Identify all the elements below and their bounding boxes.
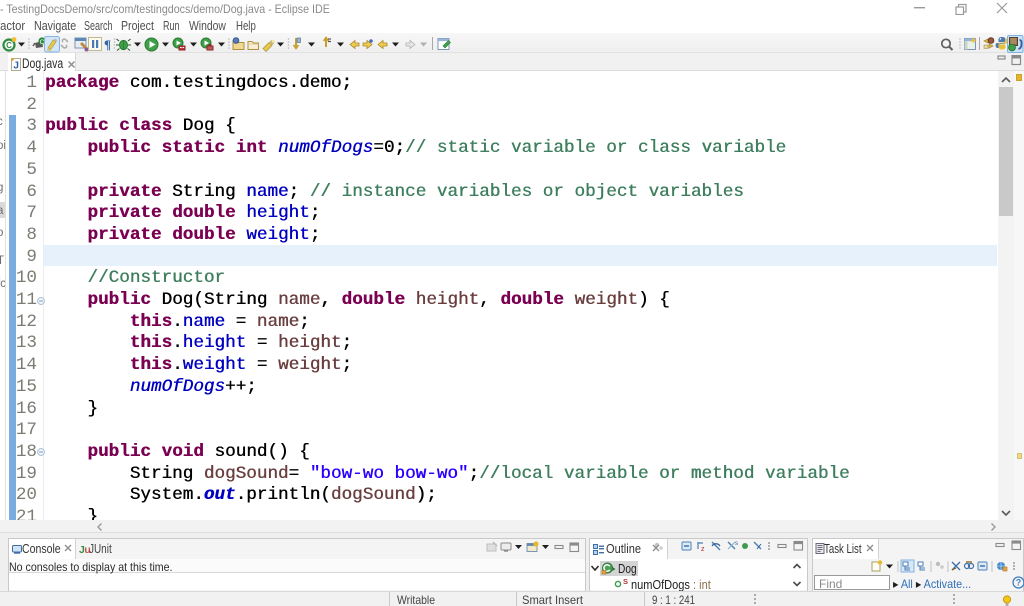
svg-text:S: S <box>623 578 628 586</box>
svg-text:C: C <box>6 41 12 50</box>
svg-text:J: J <box>13 60 19 71</box>
svg-text:¶: ¶ <box>104 37 111 52</box>
svg-text:z: z <box>701 546 705 552</box>
svg-text:?: ? <box>1016 578 1022 588</box>
svg-text:C: C <box>40 39 45 46</box>
svg-text:s: s <box>735 541 738 547</box>
